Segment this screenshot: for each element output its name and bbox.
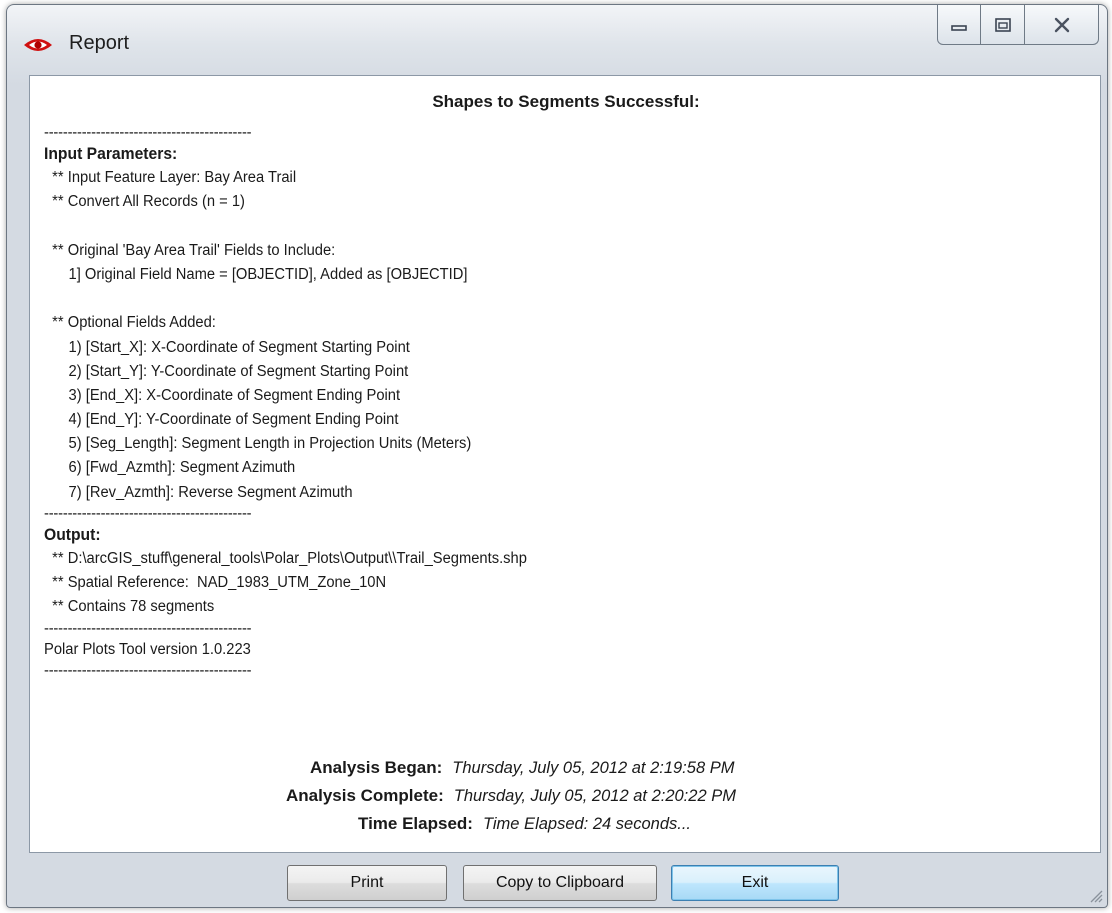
minimize-icon — [951, 24, 967, 31]
report-line: Polar Plots Tool version 1.0.223 — [44, 640, 251, 658]
report-line: 5) [Seg_Length]: Segment Length in Proje… — [44, 435, 472, 453]
report-line: ** Spatial Reference: NAD_1983_UTM_Zone_… — [44, 574, 387, 592]
time-elapsed-value: Time Elapsed: 24 seconds... — [482, 815, 691, 833]
separator-line: ----------------------------------------… — [44, 619, 252, 637]
window-title: Report — [69, 32, 130, 54]
report-line: 1) [Start_X]: X-Coordinate of Segment St… — [44, 338, 410, 356]
report-line: ** Optional Fields Added: — [44, 314, 216, 332]
separator-line: ----------------------------------------… — [44, 124, 252, 141]
report-line: ** Convert All Records (n = 1) — [44, 193, 245, 211]
maximize-icon — [994, 17, 1011, 32]
report-line: ** Original 'Bay Area Trail' Fields to I… — [44, 241, 336, 259]
time-elapsed-row: Time Elapsed: Time Elapsed: 24 seconds... — [358, 810, 691, 838]
window-controls — [937, 5, 1099, 45]
resize-grip-icon[interactable] — [1087, 887, 1103, 903]
exit-button[interactable]: Exit — [671, 865, 839, 901]
analysis-began-label: Analysis Began: — [310, 758, 443, 777]
report-line: 2) [Start_Y]: Y-Coordinate of Segment St… — [44, 362, 409, 380]
analysis-began-value: Thursday, July 05, 2012 at 2:19:58 PM — [452, 759, 735, 777]
button-bar: Print Copy to Clipboard Exit — [7, 853, 1109, 909]
report-content: Shapes to Segments Successful: ---------… — [29, 75, 1101, 853]
analysis-complete-value: Thursday, July 05, 2012 at 2:20:22 PM — [453, 787, 736, 805]
report-line: ** Input Feature Layer: Bay Area Trail — [44, 169, 297, 187]
analysis-complete-row: Analysis Complete: Thursday, July 05, 201… — [286, 782, 736, 810]
analysis-complete-label: Analysis Complete: — [286, 786, 444, 805]
report-line: 1] Original Field Name = [OBJECTID], Add… — [44, 265, 468, 283]
report-line: 6) [Fwd_Azmth]: Segment Azimuth — [44, 459, 296, 477]
close-icon — [1054, 17, 1069, 32]
report-line: ** D:\arcGIS_stuff\general_tools\Polar_P… — [44, 550, 527, 567]
section-heading: Input Parameters: — [44, 145, 178, 163]
section-heading: Output: — [44, 525, 101, 544]
minimize-button[interactable] — [937, 5, 981, 45]
title-bar[interactable]: Report — [7, 5, 1107, 77]
close-button[interactable] — [1025, 5, 1099, 45]
time-elapsed-label: Time Elapsed: — [358, 814, 473, 833]
maximize-button[interactable] — [981, 5, 1025, 45]
report-line: 4) [End_Y]: Y-Coordinate of Segment Endi… — [44, 411, 399, 429]
report-window: Report Shapes to Segments Successful: --… — [6, 4, 1108, 908]
separator-line: ----------------------------------------… — [44, 504, 252, 522]
analysis-began-row: Analysis Began: Thursday, July 05, 2012 a… — [310, 754, 734, 782]
report-line: 7) [Rev_Azmth]: Reverse Segment Azimuth — [44, 483, 353, 501]
report-line: 3) [End_X]: X-Coordinate of Segment Endi… — [44, 386, 401, 404]
red-eye-icon — [24, 39, 52, 51]
report-line: ** Contains 78 segments — [44, 598, 215, 616]
print-button[interactable]: Print — [287, 865, 447, 901]
report-lines: ----------------------------------------… — [44, 124, 1094, 680]
separator-line: ----------------------------------------… — [44, 661, 252, 679]
copy-to-clipboard-button[interactable]: Copy to Clipboard — [463, 865, 657, 901]
report-title: Shapes to Segments Successful: — [432, 92, 700, 111]
